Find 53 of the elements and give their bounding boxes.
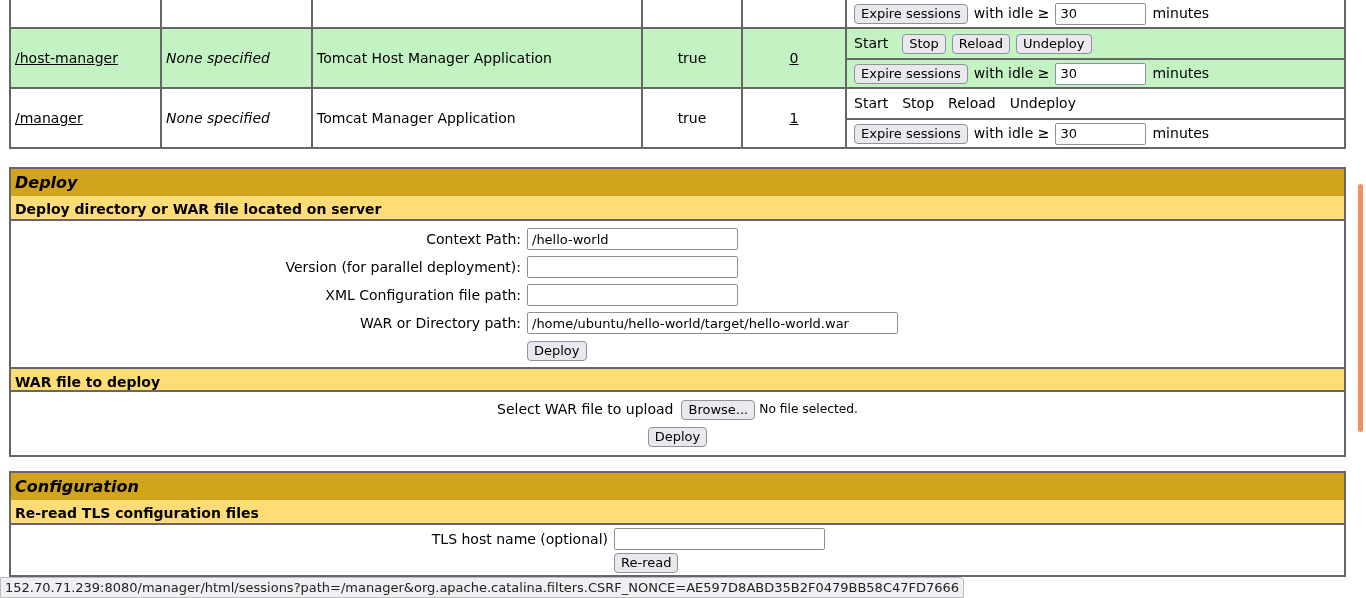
- section-header: Configuration: [11, 473, 1344, 500]
- idle-label: with idle ≥: [973, 64, 1050, 83]
- expire-sessions-button[interactable]: Expire sessions: [854, 63, 968, 84]
- command-text: Reload: [948, 94, 996, 113]
- display-name-text: Tomcat Host Manager Application: [317, 49, 552, 66]
- app-path-link[interactable]: /host-manager: [15, 49, 118, 66]
- minutes-label: minutes: [1152, 124, 1210, 143]
- command-text: Start: [854, 94, 889, 113]
- command-button[interactable]: Stop: [902, 33, 946, 54]
- idle-label: with idle ≥: [973, 4, 1050, 23]
- command-text: Stop: [902, 94, 935, 113]
- link-url-tooltip: 152.70.71.239:8080/manager/html/sessions?path=/manager&org.apache.catalina.filters.CSRF_NONCE=AE597D8ABD35B2F0479BB58C47FD7666: [0, 576, 965, 598]
- input-field[interactable]: /home/ubuntu/hello-world/target/hello-world.war: [527, 312, 898, 334]
- upload-label: Select WAR file to upload: [497, 400, 674, 419]
- running-text: true: [677, 109, 707, 126]
- idle-minutes-field[interactable]: 30: [1055, 122, 1147, 145]
- subsection-header: WAR file to deploy: [11, 367, 1344, 392]
- command-button[interactable]: Reload: [951, 33, 1010, 54]
- deploy-button[interactable]: Deploy: [527, 341, 587, 361]
- input-field[interactable]: [527, 256, 738, 278]
- browse-button[interactable]: Browse...: [681, 399, 756, 420]
- version-text: None specified: [166, 109, 270, 126]
- field-label: Version (for parallel deployment):: [284, 257, 521, 277]
- idle-label: with idle ≥: [973, 124, 1050, 143]
- command-text: Undeploy: [1009, 94, 1076, 113]
- field-label: WAR or Directory path:: [358, 313, 521, 333]
- expire-sessions-button[interactable]: Expire sessions: [854, 123, 968, 144]
- input-field[interactable]: [527, 284, 738, 306]
- display-name-text: Tomcat Manager Application: [317, 109, 516, 126]
- deploy-button[interactable]: Deploy: [647, 427, 708, 447]
- command-text: Start: [854, 34, 889, 53]
- idle-minutes-field[interactable]: 30: [1055, 2, 1147, 25]
- version-text: None specified: [166, 49, 270, 66]
- minutes-label: minutes: [1152, 4, 1210, 23]
- input-field[interactable]: /hello-world: [527, 228, 738, 250]
- file-status-text: No file selected.: [759, 401, 858, 419]
- field-label: TLS host name (optional): [430, 529, 608, 549]
- running-text: true: [677, 49, 707, 66]
- expire-sessions-button[interactable]: Expire sessions: [854, 3, 968, 24]
- field-label: XML Configuration file path:: [324, 285, 521, 305]
- scrollbar-thumb[interactable]: [1358, 184, 1363, 432]
- section-header: Deploy: [11, 169, 1344, 196]
- sessions-link[interactable]: 0: [789, 49, 799, 66]
- idle-minutes-field[interactable]: 30: [1055, 62, 1147, 85]
- undeploy-button[interactable]: Undeploy: [1016, 33, 1092, 54]
- minutes-label: minutes: [1152, 64, 1210, 83]
- deploy-button[interactable]: Re-read: [614, 553, 679, 573]
- field-label: Context Path:: [425, 229, 521, 249]
- subsection-header: Re-read TLS configuration files: [11, 500, 1344, 525]
- input-field[interactable]: [614, 528, 825, 550]
- subsection-header: Deploy directory or WAR file located on server: [11, 196, 1344, 221]
- app-path-link[interactable]: /manager: [15, 109, 83, 126]
- sessions-link[interactable]: 1: [789, 109, 799, 126]
